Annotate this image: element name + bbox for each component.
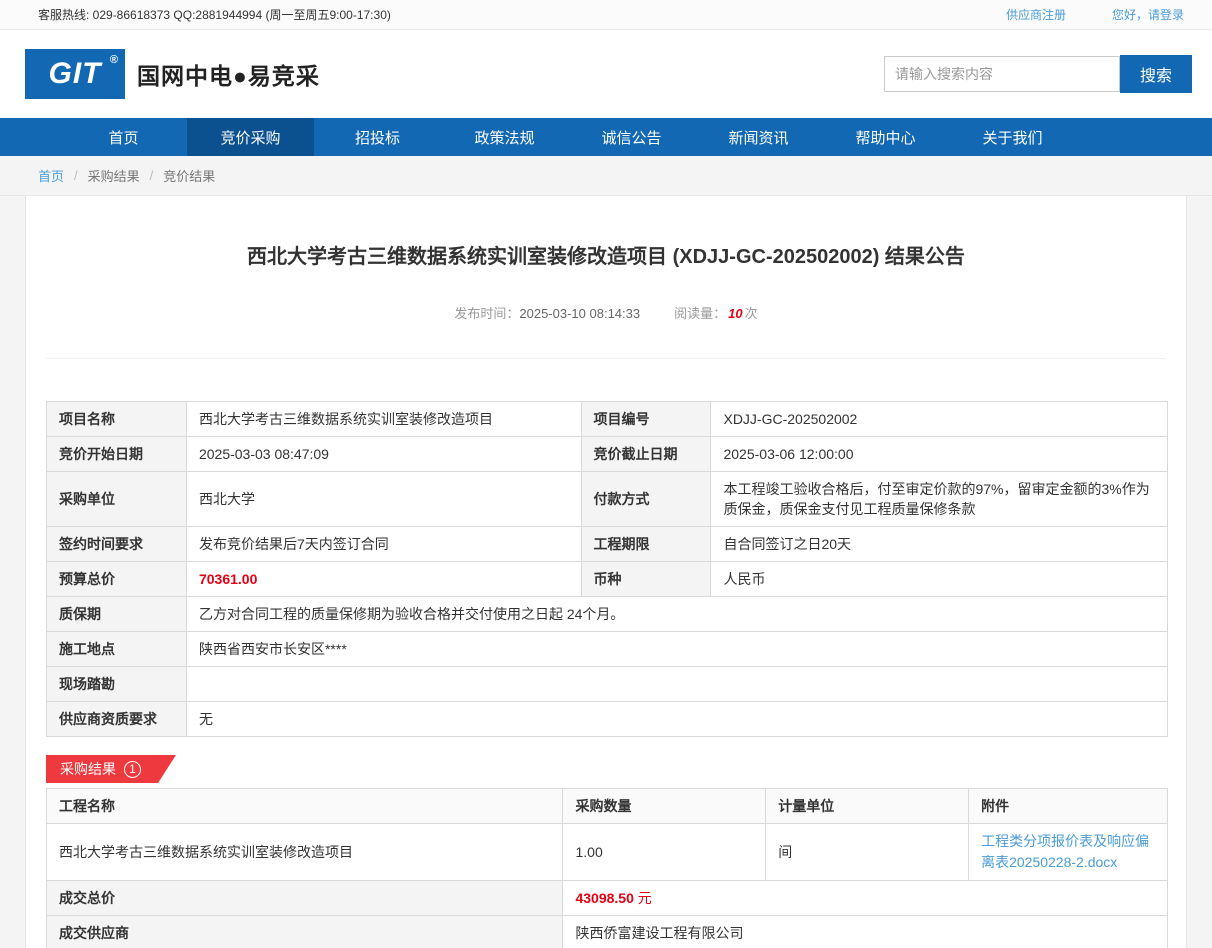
sign-time-label: 签约时间要求	[47, 527, 187, 562]
content-card: 西北大学考古三维数据系统实训室装修改造项目 (XDJJ-GC-202502002…	[25, 196, 1187, 948]
views-count: 10	[728, 306, 742, 321]
breadcrumb-current: 竞价结果	[163, 166, 215, 185]
breadcrumb-home[interactable]: 首页	[38, 166, 64, 185]
buyer-value: 西北大学	[186, 472, 581, 527]
site-logo[interactable]: GIT ®	[25, 49, 125, 99]
project-details-table: 项目名称 西北大学考古三维数据系统实训室装修改造项目 项目编号 XDJJ-GC-…	[46, 401, 1168, 737]
warranty-value: 乙方对合同工程的质量保修期为验收合格并交付使用之日起 24个月。	[186, 597, 1167, 632]
bid-end-label: 竞价截止日期	[581, 437, 711, 472]
top-bar: 客服热线: 029-86618373 QQ:2881944994 (周一至周五9…	[0, 0, 1212, 30]
col-header-project-name: 工程名称	[47, 789, 563, 824]
project-no-label: 项目编号	[581, 402, 711, 437]
result-unit: 间	[766, 824, 969, 881]
nav-item-about[interactable]: 关于我们	[949, 118, 1076, 156]
badge-label: 采购结果	[60, 759, 116, 779]
supplier-value: 陕西侨富建设工程有限公司	[563, 916, 1168, 948]
purchase-result-badge: 采购结果 1	[46, 755, 176, 783]
supplier-register-link[interactable]: 供应商注册	[1006, 6, 1066, 23]
payment-value: 本工程竣工验收合格后，付至审定价款的97%，留审定金额的3%作为质保金，质保金支…	[711, 472, 1168, 527]
site-header: GIT ® 国网中电●易竞采 搜索	[0, 30, 1212, 118]
bid-end-value: 2025-03-06 12:00:00	[711, 437, 1168, 472]
table-row: 成交供应商 陕西侨富建设工程有限公司	[47, 916, 1168, 948]
search-bar: 搜索	[884, 55, 1192, 93]
table-row: 采购单位 西北大学 付款方式 本工程竣工验收合格后，付至审定价款的97%，留审定…	[47, 472, 1168, 527]
result-project-name: 西北大学考古三维数据系统实训室装修改造项目	[47, 824, 563, 881]
result-quantity: 1.00	[563, 824, 766, 881]
table-row: 现场踏勘	[47, 667, 1168, 702]
bid-start-value: 2025-03-03 08:47:09	[186, 437, 581, 472]
table-row: 项目名称 西北大学考古三维数据系统实训室装修改造项目 项目编号 XDJJ-GC-…	[47, 402, 1168, 437]
nav-item-policy[interactable]: 政策法规	[441, 118, 568, 156]
views-unit: 次	[745, 306, 758, 321]
breadcrumb-purchase-results[interactable]: 采购结果	[88, 166, 140, 185]
site-value: 陕西省西安市长安区****	[186, 632, 1167, 667]
main-nav: 首页 竞价采购 招投标 政策法规 诚信公告 新闻资讯 帮助中心 关于我们	[0, 118, 1212, 156]
announcement-meta: 发布时间：2025-03-10 08:14:33 阅读量：10次	[46, 303, 1166, 359]
badge-count: 1	[124, 761, 141, 778]
nav-item-home[interactable]: 首页	[60, 118, 187, 156]
site-label: 施工地点	[47, 632, 187, 667]
breadcrumb: 首页 / 采购结果 / 竞价结果	[0, 156, 1212, 196]
budget-label: 预算总价	[47, 562, 187, 597]
table-row: 签约时间要求 发布竞价结果后7天内签订合同 工程期限 自合同签订之日20天	[47, 527, 1168, 562]
currency-value: 人民币	[711, 562, 1168, 597]
nav-item-news[interactable]: 新闻资讯	[695, 118, 822, 156]
publish-time-label: 发布时间：	[454, 306, 519, 321]
total-price-unit: 元	[638, 890, 652, 906]
purchase-result-table: 工程名称 采购数量 计量单位 附件 西北大学考古三维数据系统实训室装修改造项目 …	[46, 788, 1168, 948]
table-header-row: 工程名称 采购数量 计量单位 附件	[47, 789, 1168, 824]
total-price-value: 43098.50	[575, 890, 633, 906]
table-row: 成交总价 43098.50 元	[47, 881, 1168, 916]
nav-item-integrity[interactable]: 诚信公告	[568, 118, 695, 156]
survey-label: 现场踏勘	[47, 667, 187, 702]
search-button[interactable]: 搜索	[1120, 55, 1192, 93]
table-row: 预算总价 70361.00 币种 人民币	[47, 562, 1168, 597]
duration-label: 工程期限	[581, 527, 711, 562]
logo-text: GIT	[49, 57, 102, 91]
search-input[interactable]	[884, 56, 1120, 92]
publish-time-value: 2025-03-10 08:14:33	[519, 306, 640, 321]
project-name-label: 项目名称	[47, 402, 187, 437]
total-price-label: 成交总价	[47, 881, 563, 916]
breadcrumb-separator: /	[74, 168, 78, 183]
budget-value: 70361.00	[186, 562, 581, 597]
nav-item-tender[interactable]: 招投标	[314, 118, 441, 156]
project-name-value: 西北大学考古三维数据系统实训室装修改造项目	[186, 402, 581, 437]
registered-trademark-icon: ®	[110, 54, 119, 66]
table-row: 供应商资质要求 无	[47, 702, 1168, 737]
supplier-label: 成交供应商	[47, 916, 563, 948]
breadcrumb-separator: /	[150, 168, 154, 183]
payment-label: 付款方式	[581, 472, 711, 527]
views-label: 阅读量：	[674, 306, 726, 321]
site-brand-title: 国网中电●易竞采	[137, 57, 320, 91]
nav-item-help[interactable]: 帮助中心	[822, 118, 949, 156]
qualification-value: 无	[186, 702, 1167, 737]
sign-time-value: 发布竞价结果后7天内签订合同	[186, 527, 581, 562]
bid-start-label: 竞价开始日期	[47, 437, 187, 472]
qualification-label: 供应商资质要求	[47, 702, 187, 737]
table-row: 质保期 乙方对合同工程的质量保修期为验收合格并交付使用之日起 24个月。	[47, 597, 1168, 632]
project-no-value: XDJJ-GC-202502002	[711, 402, 1168, 437]
attachment-link[interactable]: 工程类分项报价表及响应偏离表20250228-2.docx	[981, 833, 1149, 870]
announcement-title: 西北大学考古三维数据系统实训室装修改造项目 (XDJJ-GC-202502002…	[46, 196, 1166, 269]
buyer-label: 采购单位	[47, 472, 187, 527]
currency-label: 币种	[581, 562, 711, 597]
table-row: 施工地点 陕西省西安市长安区****	[47, 632, 1168, 667]
col-header-unit: 计量单位	[766, 789, 969, 824]
login-link[interactable]: 您好，请登录	[1112, 6, 1184, 23]
table-row: 竞价开始日期 2025-03-03 08:47:09 竞价截止日期 2025-0…	[47, 437, 1168, 472]
warranty-label: 质保期	[47, 597, 187, 632]
service-hotline: 客服热线: 029-86618373 QQ:2881944994 (周一至周五9…	[38, 6, 391, 23]
table-row: 西北大学考古三维数据系统实训室装修改造项目 1.00 间 工程类分项报价表及响应…	[47, 824, 1168, 881]
survey-value	[186, 667, 1167, 702]
nav-item-bidding-purchase[interactable]: 竞价采购	[187, 118, 314, 156]
col-header-quantity: 采购数量	[563, 789, 766, 824]
duration-value: 自合同签订之日20天	[711, 527, 1168, 562]
col-header-attachment: 附件	[969, 789, 1168, 824]
